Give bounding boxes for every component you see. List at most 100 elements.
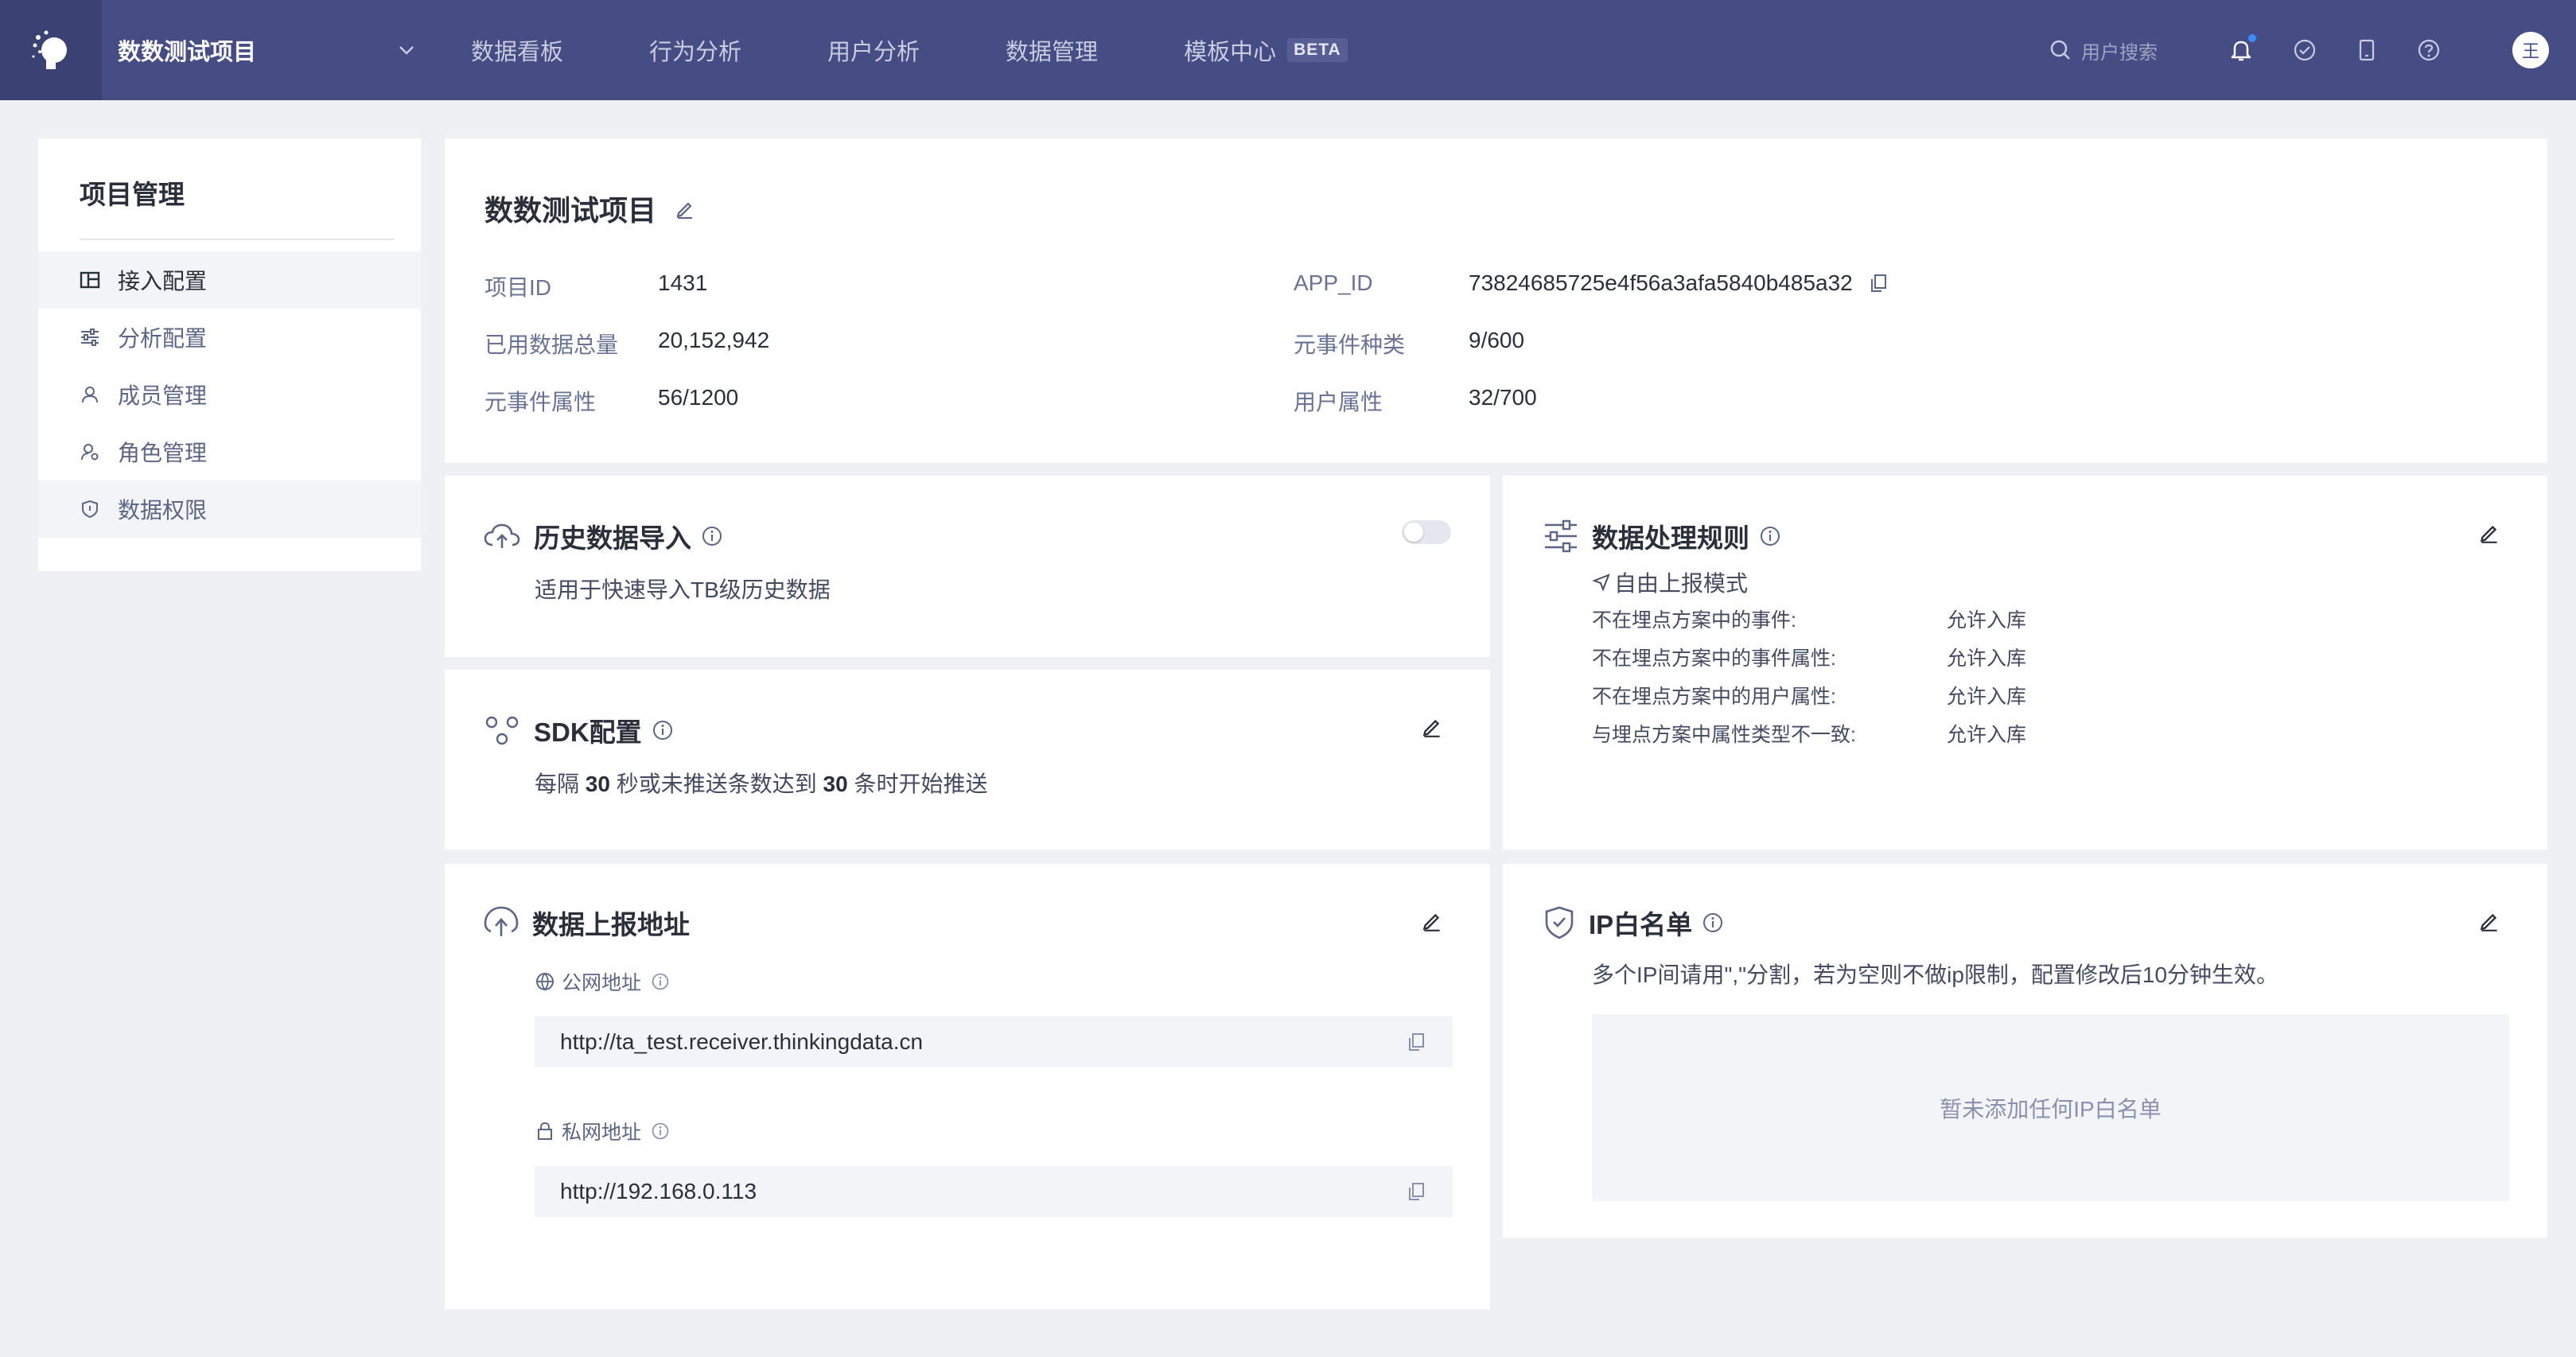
private-address-label-text: 私网地址 <box>562 1122 642 1144</box>
sdk-desc-part: 每隔 <box>535 772 580 796</box>
notification-dot <box>2248 34 2256 42</box>
rule-value: 允许入库 <box>1947 686 2027 708</box>
app-id-row: 73824685725e4f56a3afa5840b485a32 <box>1469 270 1888 296</box>
report-address-header: 数据上报地址 <box>483 904 690 942</box>
main-nav: 数据看板 行为分析 用户分析 数据管理 模板中心 BETA <box>471 33 1434 67</box>
sidebar-item-access-config[interactable]: 接入配置 <box>38 251 421 309</box>
cloud-upload-icon <box>483 523 521 550</box>
lock-icon <box>538 1122 552 1140</box>
sidebar-item-label: 分析配置 <box>118 326 208 351</box>
ip-whitelist-title: IP白名单 <box>1589 910 1693 939</box>
info-icon[interactable] <box>652 719 674 741</box>
mobile-button[interactable] <box>2356 38 2377 62</box>
sidebar-item-label: 成员管理 <box>118 383 208 408</box>
event-props-value: 56/1200 <box>658 385 739 410</box>
public-address-label: 公网地址 <box>535 967 670 996</box>
report-address-card: 数据上报地址 <box>445 864 1490 1309</box>
edit-sdk-button[interactable] <box>1420 714 1444 738</box>
sdk-interval-seconds: 30 <box>585 772 610 796</box>
copy-icon <box>1870 274 1886 292</box>
info-icon[interactable] <box>1702 912 1724 934</box>
app-logo[interactable] <box>0 0 102 100</box>
event-types-label: 元事件种类 <box>1294 332 1406 357</box>
public-address-field[interactable]: http://ta_test.receiver.thinkingdata.cn <box>535 1017 1453 1067</box>
ip-whitelist-empty-state: 暂未添加任何IP白名单 <box>1592 1014 2509 1201</box>
info-icon[interactable] <box>651 1122 670 1141</box>
info-icon[interactable] <box>1759 525 1781 547</box>
report-address-title: 数据上报地址 <box>532 910 690 939</box>
private-address-field[interactable]: http://192.168.0.113 <box>535 1166 1453 1217</box>
project-switcher[interactable]: 数数测试项目 <box>102 0 428 100</box>
edit-ip-whitelist-button[interactable] <box>2477 908 2501 932</box>
nav-behavior-analysis[interactable]: 行为分析 <box>649 33 741 67</box>
filter-settings-icon <box>1543 519 1579 553</box>
logo-icon <box>32 30 67 69</box>
info-icon[interactable] <box>651 972 670 991</box>
data-rules-card: 数据处理规则 自由上报模式 不在埋点方案中的事件: 允许入库 不在埋点方案中的事… <box>1503 476 2547 850</box>
sdk-title: SDK配置 <box>534 717 642 747</box>
user-props-value: 32/700 <box>1469 385 1537 410</box>
help-button[interactable] <box>2417 38 2441 62</box>
event-props-label: 元事件属性 <box>484 390 597 414</box>
private-address-url: http://192.168.0.113 <box>560 1179 757 1203</box>
nav-template-center[interactable]: 模板中心 BETA <box>1184 33 1348 67</box>
mobile-icon <box>2359 39 2375 61</box>
edit-icon <box>1422 913 1440 931</box>
send-icon <box>1592 574 1610 592</box>
report-mode: 自由上报模式 <box>1592 566 1748 598</box>
nav-user-analysis[interactable]: 用户分析 <box>827 33 920 67</box>
copy-public-address-button[interactable] <box>1407 1032 1426 1052</box>
copy-private-address-button[interactable] <box>1407 1181 1426 1202</box>
nav-data-management[interactable]: 数据管理 <box>1006 33 1098 67</box>
top-navigation-bar: 数数测试项目 数据看板 行为分析 用户分析 数据管理 模板中心 BETA 用户搜… <box>0 0 2576 100</box>
history-import-toggle[interactable] <box>1402 520 1451 544</box>
user-search[interactable]: 用户搜索 <box>2049 37 2158 64</box>
data-rules-title: 数据处理规则 <box>1592 523 1749 553</box>
info-icon[interactable] <box>701 525 723 547</box>
upload-circle-icon <box>483 904 519 941</box>
sidebar-item-roles[interactable]: 角色管理 <box>38 423 421 480</box>
notification-button[interactable] <box>2229 34 2256 63</box>
app-id-label: APP_ID <box>1294 270 1373 295</box>
copy-app-id-button[interactable] <box>1869 273 1888 294</box>
search-icon <box>2050 40 2070 60</box>
sidebar-item-label: 数据权限 <box>118 498 208 523</box>
tasks-button[interactable] <box>2293 38 2317 62</box>
rule-key: 不在埋点方案中的用户属性: <box>1592 686 1836 708</box>
panel-icon <box>80 271 100 289</box>
edit-data-rules-button[interactable] <box>2477 520 2501 544</box>
sliders-icon <box>81 329 99 346</box>
edit-project-name-button[interactable] <box>674 197 696 220</box>
rule-key: 不在埋点方案中的事件: <box>1592 609 1796 632</box>
user-props-label: 用户属性 <box>1294 390 1383 414</box>
copy-icon <box>1409 1033 1424 1051</box>
project-id-value: 1431 <box>658 270 708 295</box>
sdk-desc: 每隔 30 秒或未推送条数达到 30 条时开始推送 <box>535 767 987 799</box>
edit-icon <box>2480 913 2497 931</box>
settings-sidebar: 项目管理 接入配置 分析配置 成员管理 角色管理 数据权限 <box>38 138 421 571</box>
list-item: 不在埋点方案中的事件属性: 允许入库 <box>1592 638 2026 676</box>
ip-whitelist-desc: 多个IP间请用","分割，若为空则不做ip限制，配置修改后10分钟生效。 <box>1592 962 2279 987</box>
data-rules-header: 数据处理规则 <box>1543 517 1781 555</box>
sidebar-title: 项目管理 <box>80 180 185 209</box>
sidebar-divider <box>80 239 394 240</box>
public-address-url: http://ta_test.receiver.thinkingdata.cn <box>560 1029 924 1054</box>
private-address-label: 私网地址 <box>535 1117 670 1145</box>
rule-key: 不在埋点方案中的事件属性: <box>1592 647 1836 670</box>
public-address-label-text: 公网地址 <box>562 972 642 994</box>
chevron-down-icon <box>399 46 414 55</box>
history-import-header: 历史数据导入 <box>483 517 723 555</box>
rule-key: 与埋点方案中属性类型不一致: <box>1592 724 1856 746</box>
rule-value: 允许入库 <box>1947 724 2027 746</box>
sidebar-item-data-permissions[interactable]: 数据权限 <box>38 480 421 538</box>
list-item: 不在埋点方案中的用户属性: 允许入库 <box>1592 676 2026 714</box>
edit-report-address-button[interactable] <box>1420 908 1444 932</box>
sdk-desc-part: 秒或未推送条数达到 <box>616 772 817 796</box>
sidebar-item-analysis-config[interactable]: 分析配置 <box>38 309 421 366</box>
nav-dashboard[interactable]: 数据看板 <box>471 33 563 67</box>
report-mode-label: 自由上报模式 <box>1614 571 1749 596</box>
page-title: 数数测试项目 <box>484 194 657 227</box>
project-info-card: 数数测试项目 项目ID 1431 APP_ID 73824685725e4f56… <box>445 138 2547 463</box>
sidebar-item-members[interactable]: 成员管理 <box>38 366 421 423</box>
avatar[interactable]: 王 <box>2512 32 2549 68</box>
